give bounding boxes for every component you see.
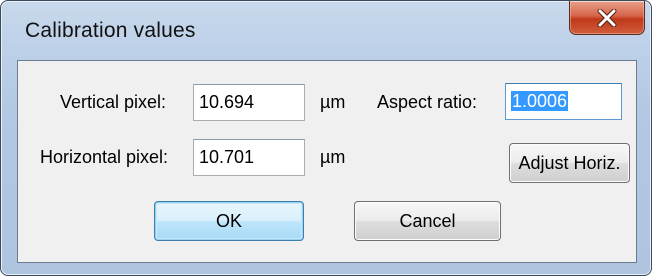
- window-title: Calibration values: [25, 19, 196, 42]
- cancel-button[interactable]: Cancel: [354, 201, 501, 241]
- dialog-body: Vertical pixel: 10.694 µm Aspect ratio: …: [17, 60, 637, 263]
- horizontal-pixel-input[interactable]: 10.701: [193, 139, 305, 176]
- title-bar[interactable]: Calibration values: [1, 1, 651, 59]
- vertical-pixel-label: Vertical pixel:: [60, 92, 167, 112]
- aspect-ratio-input[interactable]: 1.0006: [505, 83, 622, 120]
- horizontal-pixel-label: Horizontal pixel:: [40, 147, 169, 167]
- horizontal-pixel-unit: µm: [320, 147, 346, 167]
- vertical-pixel-unit: µm: [320, 92, 346, 112]
- aspect-ratio-selected-text: 1.0006: [511, 91, 569, 111]
- close-button[interactable]: [569, 1, 645, 35]
- calibration-dialog: Calibration values Vertical pixel: 10.69…: [0, 0, 652, 276]
- adjust-horiz-button[interactable]: Adjust Horiz.: [509, 143, 630, 183]
- ok-button[interactable]: OK: [154, 201, 304, 241]
- close-icon: [596, 8, 618, 27]
- vertical-pixel-input[interactable]: 10.694: [193, 84, 305, 121]
- aspect-ratio-label: Aspect ratio:: [377, 92, 478, 112]
